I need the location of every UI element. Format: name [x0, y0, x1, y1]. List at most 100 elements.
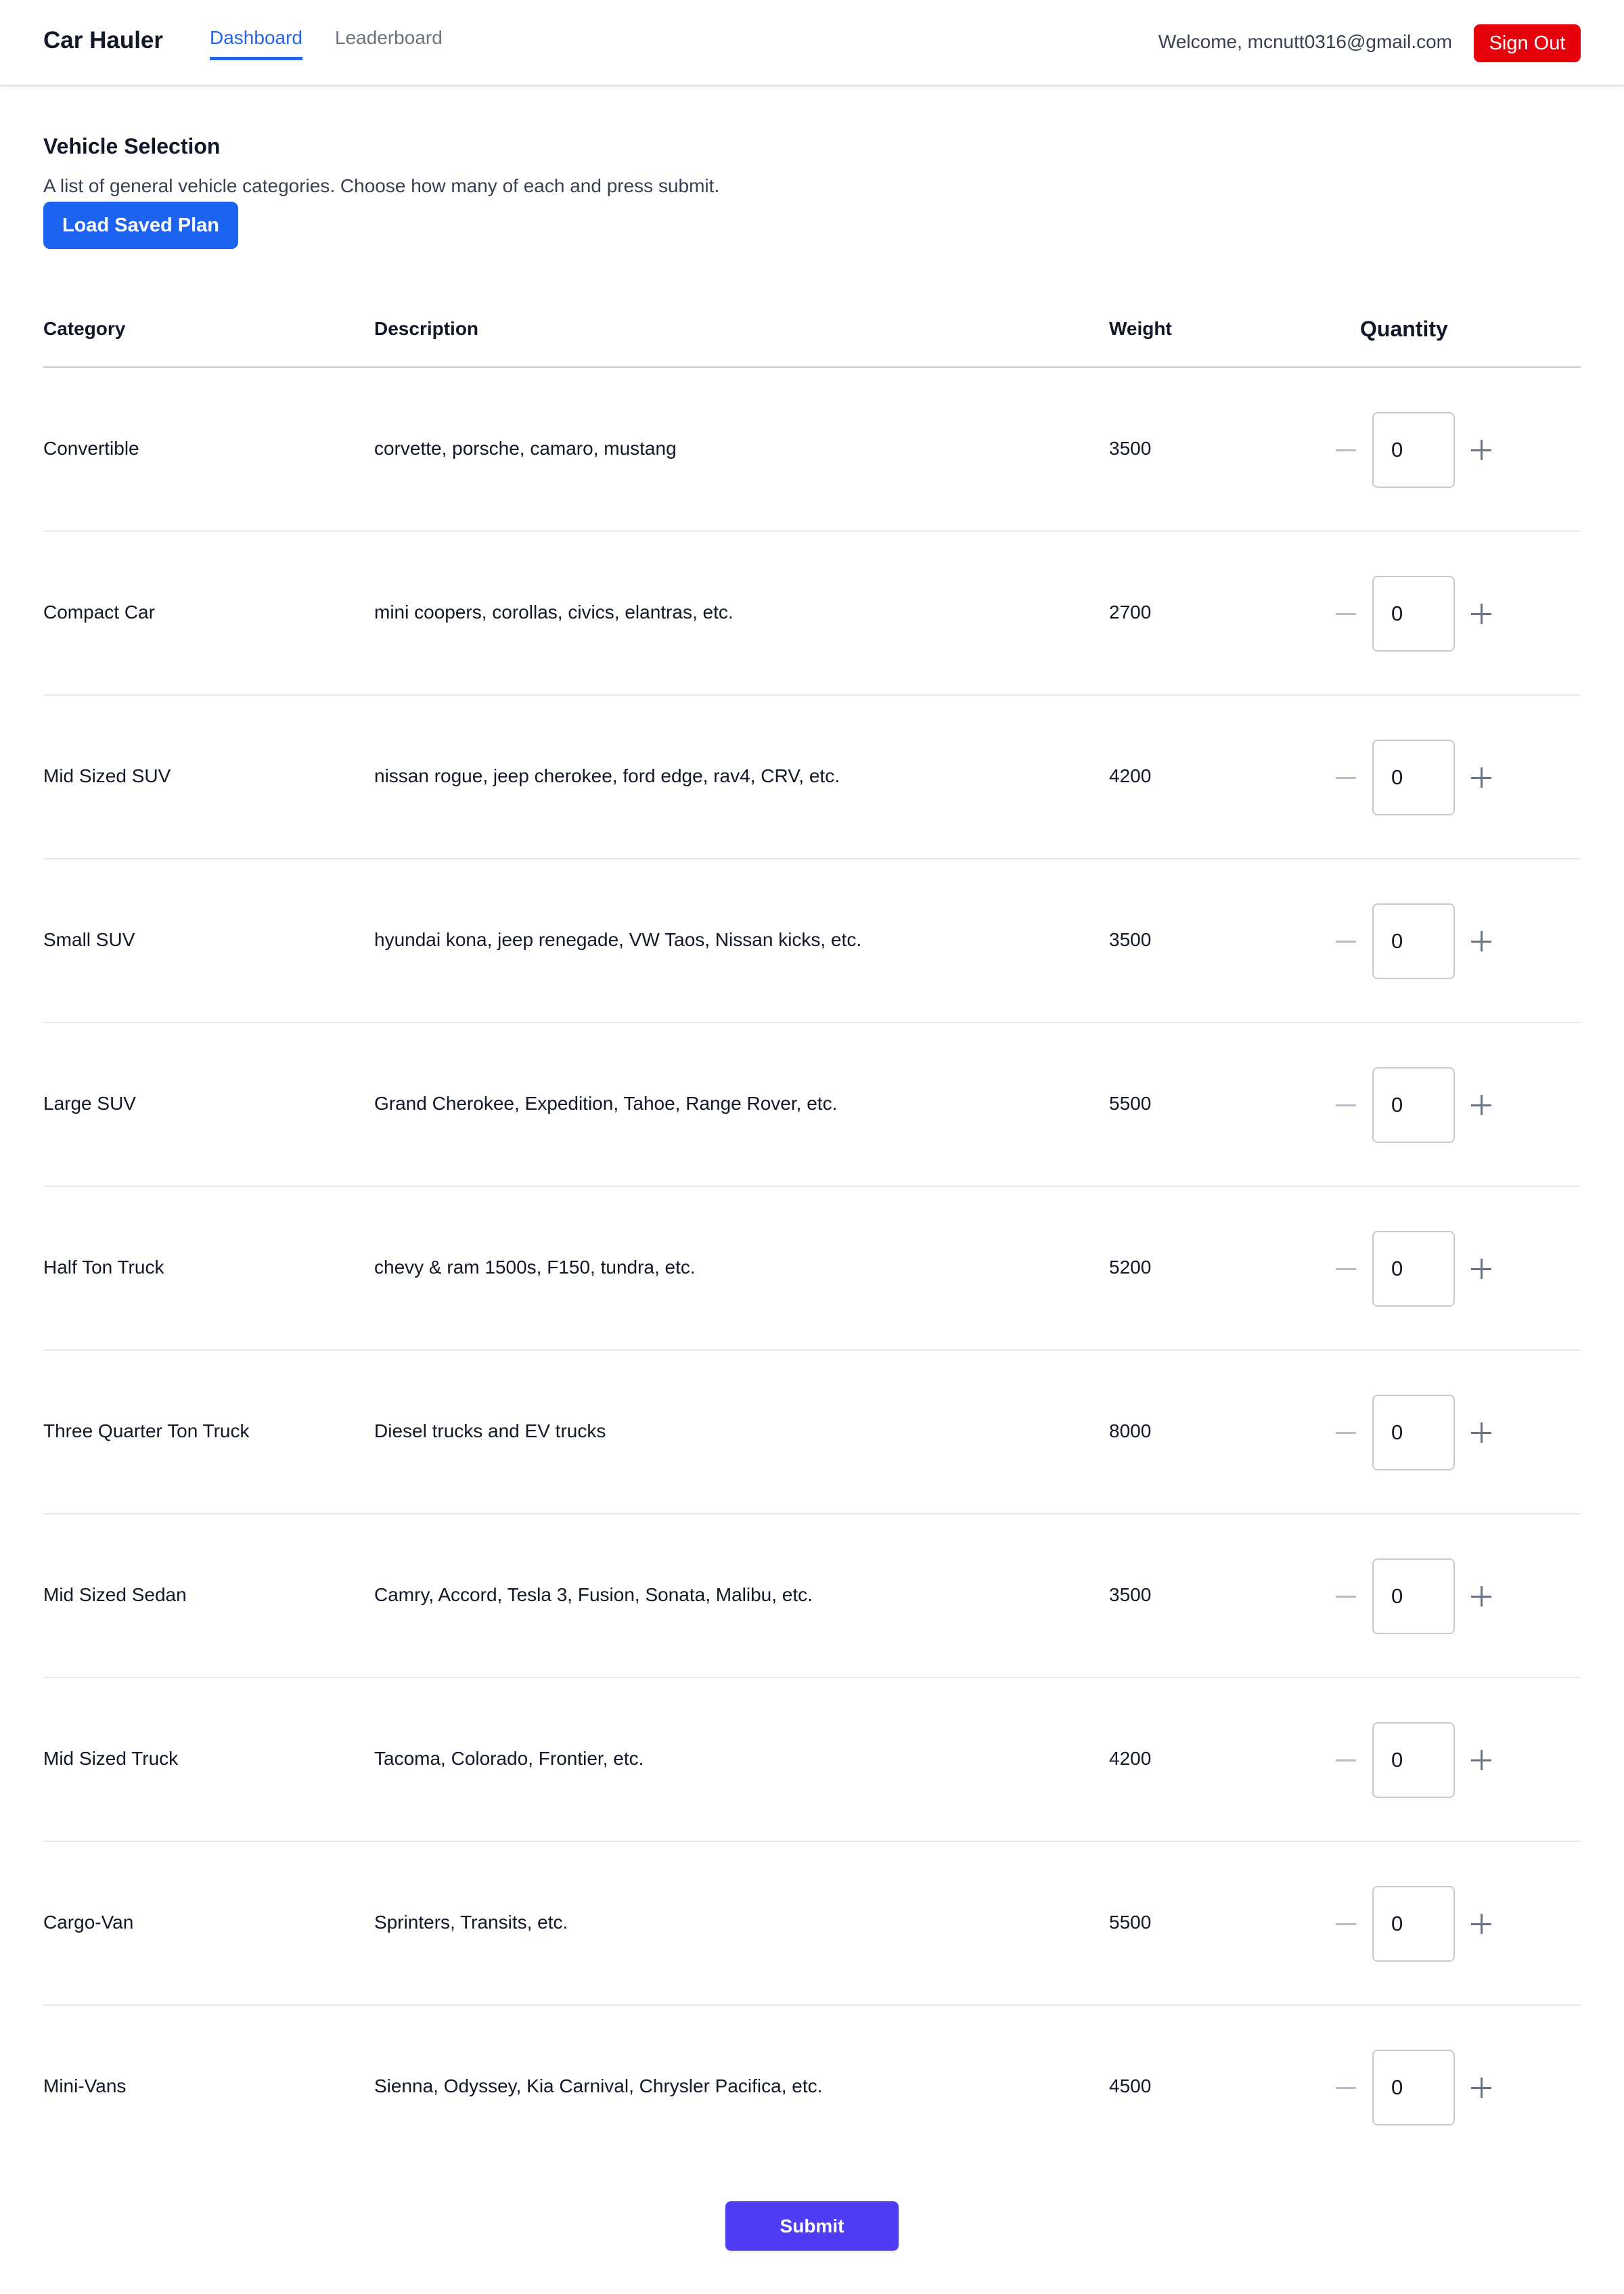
plus-icon[interactable] — [1462, 1577, 1499, 1615]
plus-icon[interactable] — [1462, 922, 1499, 960]
sign-out-button[interactable]: Sign Out — [1474, 24, 1581, 62]
quantity-stepper — [1326, 740, 1550, 815]
quantity-stepper — [1326, 1558, 1550, 1634]
minus-icon[interactable] — [1326, 1250, 1364, 1288]
row-weight: 3500 — [1109, 438, 1152, 459]
row-description: corvette, porsche, camaro, mustang — [374, 438, 677, 459]
row-category: Three Quarter Ton Truck — [43, 1420, 250, 1441]
quantity-input[interactable] — [1372, 576, 1455, 652]
row-category: Mini-Vans — [43, 2075, 127, 2096]
header-description: Description — [374, 318, 479, 339]
quantity-input[interactable] — [1372, 2050, 1455, 2126]
minus-icon[interactable] — [1326, 759, 1364, 796]
row-category: Convertible — [43, 438, 139, 459]
plus-icon[interactable] — [1462, 595, 1499, 633]
row-category: Small SUV — [43, 929, 135, 950]
quantity-stepper — [1326, 903, 1550, 979]
row-weight: 5200 — [1109, 1257, 1152, 1278]
row-category: Cargo-Van — [43, 1912, 134, 1933]
table-row: Compact Car mini coopers, corollas, civic… — [43, 532, 1581, 696]
submit-button[interactable]: Submit — [725, 2201, 899, 2251]
table-header: Category Description Weight Quantity — [43, 298, 1581, 368]
minus-icon[interactable] — [1326, 595, 1364, 633]
plus-icon[interactable] — [1462, 759, 1499, 796]
row-description: hyundai kona, jeep renegade, VW Taos, Ni… — [374, 929, 862, 950]
top-nav-bar: Car Hauler Dashboard Leaderboard Welcome… — [0, 0, 1624, 87]
quantity-stepper — [1326, 2050, 1550, 2126]
app-brand: Car Hauler — [43, 27, 164, 53]
row-weight: 5500 — [1109, 1093, 1152, 1114]
plus-icon[interactable] — [1462, 1905, 1499, 1943]
row-description: Sprinters, Transits, etc. — [374, 1912, 568, 1933]
tab-dashboard[interactable]: Dashboard — [210, 27, 302, 60]
row-category: Mid Sized SUV — [43, 765, 171, 786]
header-weight: Weight — [1109, 318, 1172, 339]
table-row: Small SUV hyundai kona, jeep renegade, VW… — [43, 859, 1581, 1023]
tab-leaderboard[interactable]: Leaderboard — [335, 27, 443, 57]
quantity-input[interactable] — [1372, 1558, 1455, 1634]
page-title: Vehicle Selection — [43, 134, 221, 158]
row-category: Half Ton Truck — [43, 1257, 164, 1278]
row-description: mini coopers, corollas, civics, elantras… — [374, 602, 734, 623]
row-weight: 3500 — [1109, 1584, 1152, 1605]
plus-icon[interactable] — [1462, 1741, 1499, 1779]
load-saved-plan-button[interactable]: Load Saved Plan — [43, 202, 238, 249]
table-row: Mid Sized SUV nissan rogue, jeep cherokee… — [43, 696, 1581, 859]
row-category: Mid Sized Truck — [43, 1748, 179, 1769]
row-description: Tacoma, Colorado, Frontier, etc. — [374, 1748, 644, 1769]
row-weight: 4200 — [1109, 765, 1152, 786]
minus-icon[interactable] — [1326, 2069, 1364, 2107]
plus-icon[interactable] — [1462, 1086, 1499, 1124]
table-row: Half Ton Truck chevy & ram 1500s, F150, t… — [43, 1187, 1581, 1351]
minus-icon[interactable] — [1326, 922, 1364, 960]
row-weight: 5500 — [1109, 1912, 1152, 1933]
quantity-input[interactable] — [1372, 1067, 1455, 1143]
row-weight: 4500 — [1109, 2075, 1152, 2096]
minus-icon[interactable] — [1326, 1905, 1364, 1943]
minus-icon[interactable] — [1326, 1414, 1364, 1452]
table-row: Cargo-Van Sprinters, Transits, etc. 5500 — [43, 1842, 1581, 2006]
row-description: Sienna, Odyssey, Kia Carnival, Chrysler … — [374, 2075, 823, 2096]
row-description: Grand Cherokee, Expedition, Tahoe, Range… — [374, 1093, 838, 1114]
quantity-input[interactable] — [1372, 1886, 1455, 1962]
plus-icon[interactable] — [1462, 1250, 1499, 1288]
quantity-stepper — [1326, 1722, 1550, 1798]
row-description: chevy & ram 1500s, F150, tundra, etc. — [374, 1257, 696, 1278]
minus-icon[interactable] — [1326, 431, 1364, 469]
quantity-input[interactable] — [1372, 1395, 1455, 1470]
minus-icon[interactable] — [1326, 1741, 1364, 1779]
row-weight: 4200 — [1109, 1748, 1152, 1769]
minus-icon[interactable] — [1326, 1086, 1364, 1124]
row-category: Compact Car — [43, 602, 155, 623]
table-row: Convertible corvette, porsche, camaro, mu… — [43, 368, 1581, 532]
quantity-input[interactable] — [1372, 412, 1455, 488]
page-description: A list of general vehicle categories. Ch… — [43, 175, 720, 196]
row-description: Diesel trucks and EV trucks — [374, 1420, 606, 1441]
row-category: Large SUV — [43, 1093, 136, 1114]
row-weight: 3500 — [1109, 929, 1152, 950]
quantity-stepper — [1326, 1067, 1550, 1143]
plus-icon[interactable] — [1462, 431, 1499, 469]
table-row: Mini-Vans Sienna, Odyssey, Kia Carnival, … — [43, 2006, 1581, 2169]
table-body: Convertible corvette, porsche, camaro, mu… — [43, 368, 1581, 2169]
quantity-input[interactable] — [1372, 1231, 1455, 1307]
quantity-input[interactable] — [1372, 740, 1455, 815]
header-quantity: Quantity — [1360, 317, 1448, 341]
plus-icon[interactable] — [1462, 1414, 1499, 1452]
minus-icon[interactable] — [1326, 1577, 1364, 1615]
quantity-input[interactable] — [1372, 903, 1455, 979]
row-description: Camry, Accord, Tesla 3, Fusion, Sonata, … — [374, 1584, 813, 1605]
quantity-stepper — [1326, 1886, 1550, 1962]
row-weight: 8000 — [1109, 1420, 1152, 1441]
header-category: Category — [43, 318, 126, 339]
table-row: Mid Sized Sedan Camry, Accord, Tesla 3, F… — [43, 1514, 1581, 1678]
table-row: Large SUV Grand Cherokee, Expedition, Tah… — [43, 1023, 1581, 1187]
quantity-stepper — [1326, 576, 1550, 652]
quantity-stepper — [1326, 1231, 1550, 1307]
row-weight: 2700 — [1109, 602, 1152, 623]
quantity-input[interactable] — [1372, 1722, 1455, 1798]
table-row: Mid Sized Truck Tacoma, Colorado, Frontie… — [43, 1678, 1581, 1842]
row-description: nissan rogue, jeep cherokee, ford edge, … — [374, 765, 840, 786]
plus-icon[interactable] — [1462, 2069, 1499, 2107]
quantity-stepper — [1326, 1395, 1550, 1470]
